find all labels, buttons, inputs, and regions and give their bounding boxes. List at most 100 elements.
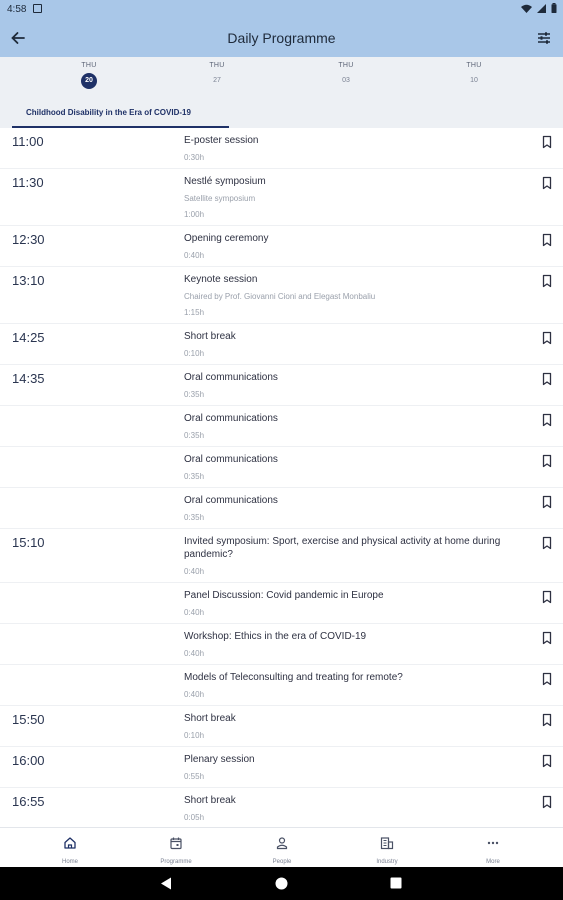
bookmark-icon[interactable] — [540, 536, 554, 550]
session-content: Oral communications 0:35h — [184, 494, 529, 523]
session-row[interactable]: Oral communications 0:35h — [0, 488, 563, 529]
nav-label: More — [486, 859, 500, 865]
session-row[interactable]: 11:30 Nestlé symposium Satellite symposium… — [0, 169, 563, 226]
session-content: Invited symposium: Sport, exercise and p… — [184, 535, 529, 577]
session-time: 13:10 — [12, 273, 45, 288]
nav-label: People — [272, 859, 292, 865]
battery-icon — [551, 3, 557, 13]
session-row[interactable]: 15:50 Short break 0:10h — [0, 706, 563, 747]
bookmark-icon[interactable] — [540, 672, 554, 686]
session-title: Invited symposium: Sport, exercise and p… — [184, 536, 501, 560]
session-time: 14:35 — [12, 371, 45, 386]
person-icon — [276, 837, 288, 850]
session-time: 15:50 — [12, 712, 45, 727]
session-title: Short break — [184, 795, 236, 806]
session-row[interactable]: 12:30 Opening ceremony 0:40h — [0, 226, 563, 267]
nav-label: Programme — [160, 859, 192, 865]
session-content: Workshop: Ethics in the era of COVID-19 0… — [184, 630, 529, 659]
session-row[interactable]: Oral communications 0:35h — [0, 447, 563, 488]
more-icon — [487, 841, 499, 845]
session-title: Oral communications — [184, 495, 278, 506]
session-duration: 0:30h — [184, 153, 205, 162]
date-tab-03[interactable]: THU 03 — [326, 62, 366, 89]
session-title: Workshop: Ethics in the era of COVID-19 — [184, 631, 367, 642]
session-content: Models of Teleconsulting and treating fo… — [184, 671, 529, 700]
nav-programme[interactable]: Programme — [146, 836, 206, 865]
session-time: 16:55 — [12, 794, 45, 809]
filter-icon[interactable] — [534, 28, 554, 48]
session-row[interactable]: 16:00 Plenary session 0:55h — [0, 747, 563, 788]
bookmark-icon[interactable] — [540, 176, 554, 190]
session-subtitle: Satellite symposium — [184, 194, 256, 203]
home-circle-icon[interactable] — [275, 877, 288, 890]
date-dow: THU — [81, 62, 97, 69]
nav-label: Home — [61, 859, 78, 865]
session-content: Oral communications 0:35h — [184, 371, 529, 400]
back-triangle-icon[interactable] — [160, 877, 172, 890]
session-duration: 0:40h — [184, 608, 205, 617]
bookmark-icon[interactable] — [540, 413, 554, 427]
date-dow: THU — [338, 62, 354, 69]
status-time: 4:58 — [7, 4, 27, 15]
session-row[interactable]: Oral communications 0:35h — [0, 406, 563, 447]
signal-icon — [537, 3, 546, 13]
session-row[interactable]: 16:55 Short break 0:05h — [0, 788, 563, 826]
session-duration: 0:10h — [184, 731, 205, 740]
bookmark-icon[interactable] — [540, 454, 554, 468]
session-list[interactable]: 11:00 E-poster session 0:30h 11:30 Nestlé sy… — [0, 128, 563, 826]
app-bar: Daily Programme — [0, 19, 563, 57]
date-tab-10[interactable]: THU 10 — [454, 62, 494, 89]
bookmark-icon[interactable] — [540, 590, 554, 604]
session-duration: 0:35h — [184, 390, 205, 399]
session-title: Oral communications — [184, 413, 278, 424]
bookmark-icon[interactable] — [540, 372, 554, 386]
session-row[interactable]: 15:10 Invited symposium: Sport, exercise … — [0, 529, 563, 583]
nav-industry[interactable]: Industry — [357, 836, 417, 865]
date-day: 20 — [81, 73, 97, 89]
session-title: Panel Discussion: Covid pandemic in Euro… — [184, 590, 384, 601]
session-title: Models of Teleconsulting and treating fo… — [184, 672, 403, 683]
session-content: Short break 0:10h — [184, 712, 529, 741]
bottom-nav: Home Programme People Industry More — [0, 827, 563, 867]
bookmark-icon[interactable] — [540, 631, 554, 645]
bookmark-icon[interactable] — [540, 274, 554, 288]
session-row[interactable]: 14:25 Short break 0:10h — [0, 324, 563, 365]
tab-track[interactable]: Childhood Disability in the Era of COVID… — [12, 97, 229, 128]
session-time: 11:30 — [12, 175, 44, 190]
bookmark-icon[interactable] — [540, 233, 554, 247]
date-dow: THU — [466, 62, 482, 69]
session-content: Keynote session Chaired by Prof. Giovanni… — [184, 273, 529, 318]
bookmark-icon[interactable] — [540, 495, 554, 509]
bookmark-icon[interactable] — [540, 331, 554, 345]
session-title: Oral communications — [184, 372, 278, 383]
session-duration: 1:00h — [184, 210, 205, 219]
calendar-icon — [170, 837, 182, 850]
recents-square-icon[interactable] — [390, 877, 402, 889]
bookmark-icon[interactable] — [540, 135, 554, 149]
session-row[interactable]: 14:35 Oral communications 0:35h — [0, 365, 563, 406]
session-row[interactable]: Panel Discussion: Covid pandemic in Euro… — [0, 583, 563, 624]
session-duration: 0:55h — [184, 772, 205, 781]
bookmark-icon[interactable] — [540, 795, 554, 809]
bookmark-icon[interactable] — [540, 754, 554, 768]
session-time: 11:00 — [12, 134, 44, 149]
date-tab-27[interactable]: THU 27 — [197, 62, 237, 89]
session-content: Opening ceremony 0:40h — [184, 232, 529, 261]
session-title: Plenary session — [184, 754, 255, 765]
session-row[interactable]: 11:00 E-poster session 0:30h — [0, 128, 563, 169]
session-content: Oral communications 0:35h — [184, 453, 529, 482]
session-duration: 1:15h — [184, 308, 205, 317]
session-title: Short break — [184, 713, 236, 724]
date-tab-20[interactable]: THU 20 — [69, 62, 109, 89]
session-row[interactable]: Models of Teleconsulting and treating fo… — [0, 665, 563, 706]
bookmark-icon[interactable] — [540, 713, 554, 727]
system-navigation-bar — [0, 867, 563, 900]
session-row[interactable]: Workshop: Ethics in the era of COVID-19 0… — [0, 624, 563, 665]
date-day: 10 — [470, 77, 478, 84]
nav-home[interactable]: Home — [40, 836, 100, 865]
session-subtitle: Chaired by Prof. Giovanni Cioni and Eleg… — [184, 292, 376, 301]
nav-more[interactable]: More — [463, 836, 523, 865]
nav-people[interactable]: People — [252, 836, 312, 865]
system-icons — [521, 3, 557, 13]
session-row[interactable]: 13:10 Keynote session Chaired by Prof. Gio… — [0, 267, 563, 324]
